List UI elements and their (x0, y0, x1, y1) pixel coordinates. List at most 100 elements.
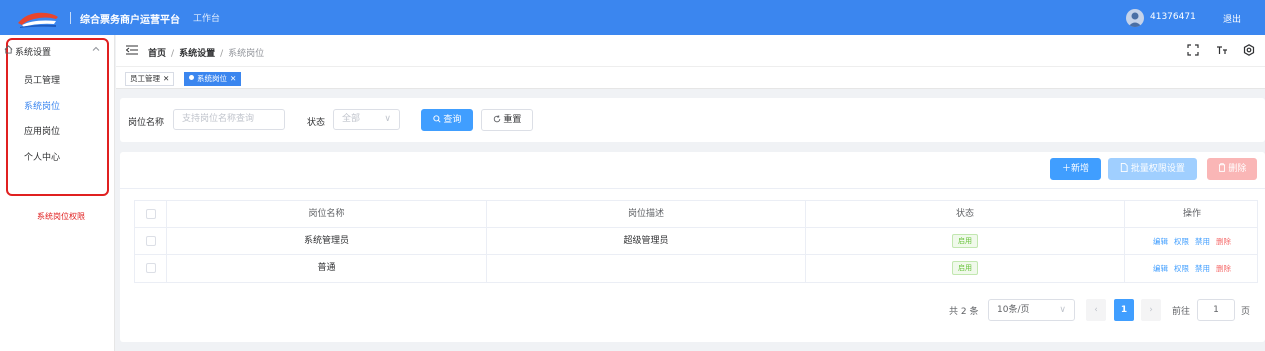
status-select-value: 全部 (342, 114, 361, 124)
plus-icon: ＋ (1061, 164, 1071, 174)
status-label: 状态 (307, 118, 326, 128)
post-desc-cell: 超级管理员 (487, 228, 806, 255)
edit-link[interactable]: 编辑 (1153, 237, 1168, 246)
logout-button[interactable]: 退出 (1223, 12, 1241, 25)
top-header: 综合票务商户运营平台 工作台 41376471 退出 (0, 0, 1265, 35)
column-header-name: 岗位名称 (167, 201, 487, 228)
trash-icon (1218, 163, 1225, 172)
logo-icon[interactable] (16, 7, 60, 29)
reset-button[interactable]: 重置 (481, 109, 533, 131)
column-header-status: 状态 (806, 201, 1125, 228)
status-cell: 启用 (806, 228, 1125, 255)
batch-delete-button[interactable]: 删除 (1207, 158, 1257, 180)
post-name-label: 岗位名称 (128, 118, 165, 128)
goto-page-input[interactable]: 1 (1197, 299, 1235, 321)
sidebar-group-label: 系统设置 (15, 48, 52, 58)
status-badge: 启用 (952, 233, 978, 248)
topbar: 首页 / 系统设置 / 系统岗位 (116, 35, 1265, 67)
page-size-value: 10条/页 (997, 305, 1030, 315)
pagination-total: 共 2 条 (949, 307, 979, 317)
search-icon (432, 115, 441, 123)
sidebar-item-system-post[interactable]: 系统岗位 (24, 99, 60, 112)
chevron-down-icon: ∨ (1059, 305, 1066, 315)
brand-separator (70, 12, 71, 24)
next-page-button[interactable]: › (1141, 299, 1161, 321)
tag-label: 系统岗位 (197, 74, 227, 83)
disable-link[interactable]: 禁用 (1195, 237, 1210, 246)
status-select[interactable]: 全部 ∨ (333, 109, 400, 130)
disable-link[interactable]: 禁用 (1195, 264, 1210, 273)
delete-link[interactable]: 删除 (1216, 264, 1231, 273)
page-size-select[interactable]: 10条/页 ∨ (988, 299, 1075, 321)
status-badge: 启用 (952, 260, 978, 275)
settings-icon[interactable] (1243, 44, 1255, 59)
reset-button-label: 重置 (503, 115, 522, 125)
status-cell: 启用 (806, 255, 1125, 282)
add-button-label: 新增 (1071, 164, 1090, 174)
divider (120, 188, 1265, 189)
chevron-up-icon (92, 45, 100, 56)
breadcrumb: 首页 / 系统设置 / 系统岗位 (148, 49, 265, 59)
batch-permission-label: 批量权限设置 (1130, 164, 1185, 174)
column-header-ops: 操作 (1182, 209, 1201, 219)
search-card: 岗位名称 支持岗位名称查询 状态 全部 ∨ 查询 重置 (120, 98, 1265, 142)
batch-delete-label: 删除 (1228, 164, 1247, 174)
delete-link[interactable]: 删除 (1216, 237, 1231, 246)
user-id[interactable]: 41376471 (1150, 12, 1196, 22)
table-row: 系统管理员 超级管理员 启用 编辑 权限 禁用 删除 (135, 228, 1257, 255)
breadcrumb-current: 系统岗位 (228, 49, 265, 59)
post-name-cell: 系统管理员 (167, 228, 487, 255)
document-icon (1120, 163, 1128, 172)
permission-link[interactable]: 权限 (1174, 264, 1189, 273)
table-card: ＋新增 批量权限设置 删除 岗位名称 岗位描述 状态 操作 系统管理员 超级管理… (120, 152, 1265, 342)
posts-table: 岗位名称 岗位描述 状态 操作 系统管理员 超级管理员 启用 编辑 权限 禁用 删除 … (134, 200, 1258, 283)
row-checkbox[interactable] (145, 235, 156, 246)
annotation-note: 系统岗位权限 (37, 212, 85, 221)
sidebar-item-staff[interactable]: 员工管理 (24, 73, 60, 86)
chevron-down-icon: ∨ (384, 114, 391, 124)
ops-cell: 编辑 权限 禁用 删除 (1125, 228, 1259, 255)
select-all-checkbox[interactable] (145, 208, 156, 219)
column-header-desc: 岗位描述 (487, 201, 806, 228)
row-select-cell (135, 228, 167, 255)
sidebar-group-system-settings[interactable]: 系统设置 (4, 44, 104, 58)
breadcrumb-home[interactable]: 首页 (148, 49, 166, 59)
workbench-link[interactable]: 工作台 (193, 11, 220, 24)
post-desc-cell (487, 255, 806, 282)
brand-title: 综合票务商户运营平台 (80, 15, 180, 26)
breadcrumb-system-settings[interactable]: 系统设置 (179, 49, 215, 59)
table-row: 普通 启用 编辑 权限 禁用 删除 (135, 255, 1257, 282)
tag-staff[interactable]: 员工管理 ✕ (125, 72, 175, 86)
close-icon[interactable]: ✕ (230, 74, 236, 83)
row-checkbox[interactable] (145, 262, 156, 273)
tag-system-post[interactable]: 系统岗位 ✕ (184, 72, 242, 86)
home-icon (4, 45, 13, 57)
tag-label: 员工管理 (130, 74, 160, 83)
goto-label: 前往 (1172, 307, 1191, 317)
select-all-cell (135, 201, 167, 228)
sidebar-item-profile[interactable]: 个人中心 (24, 150, 60, 163)
query-button[interactable]: 查询 (421, 109, 473, 131)
edit-link[interactable]: 编辑 (1153, 264, 1168, 273)
page-number-button[interactable]: 1 (1114, 299, 1134, 321)
sidebar-highlight-box (6, 38, 109, 196)
table-header-row: 岗位名称 岗位描述 状态 操作 (135, 201, 1257, 228)
font-size-icon[interactable] (1216, 44, 1228, 59)
refresh-icon (493, 115, 500, 123)
batch-permission-button[interactable]: 批量权限设置 (1108, 158, 1197, 180)
prev-page-button[interactable]: ‹ (1086, 299, 1106, 321)
sidebar-item-app-post[interactable]: 应用岗位 (24, 124, 60, 137)
avatar[interactable] (1126, 9, 1144, 27)
fullscreen-icon[interactable] (1187, 44, 1199, 59)
close-icon[interactable]: ✕ (163, 74, 169, 83)
collapse-menu-icon[interactable] (125, 45, 138, 58)
post-name-input[interactable]: 支持岗位名称查询 (173, 109, 285, 130)
page-suffix: 页 (1241, 307, 1251, 317)
active-dot-icon (189, 75, 194, 80)
add-button[interactable]: ＋新增 (1050, 158, 1101, 180)
row-select-cell (135, 255, 167, 282)
sidebar: 系统设置 员工管理 系统岗位 应用岗位 个人中心 系统岗位权限 (0, 35, 115, 351)
tags-bar: 员工管理 ✕ 系统岗位 ✕ (116, 67, 1265, 89)
post-name-cell: 普通 (167, 255, 487, 282)
permission-link[interactable]: 权限 (1174, 237, 1189, 246)
